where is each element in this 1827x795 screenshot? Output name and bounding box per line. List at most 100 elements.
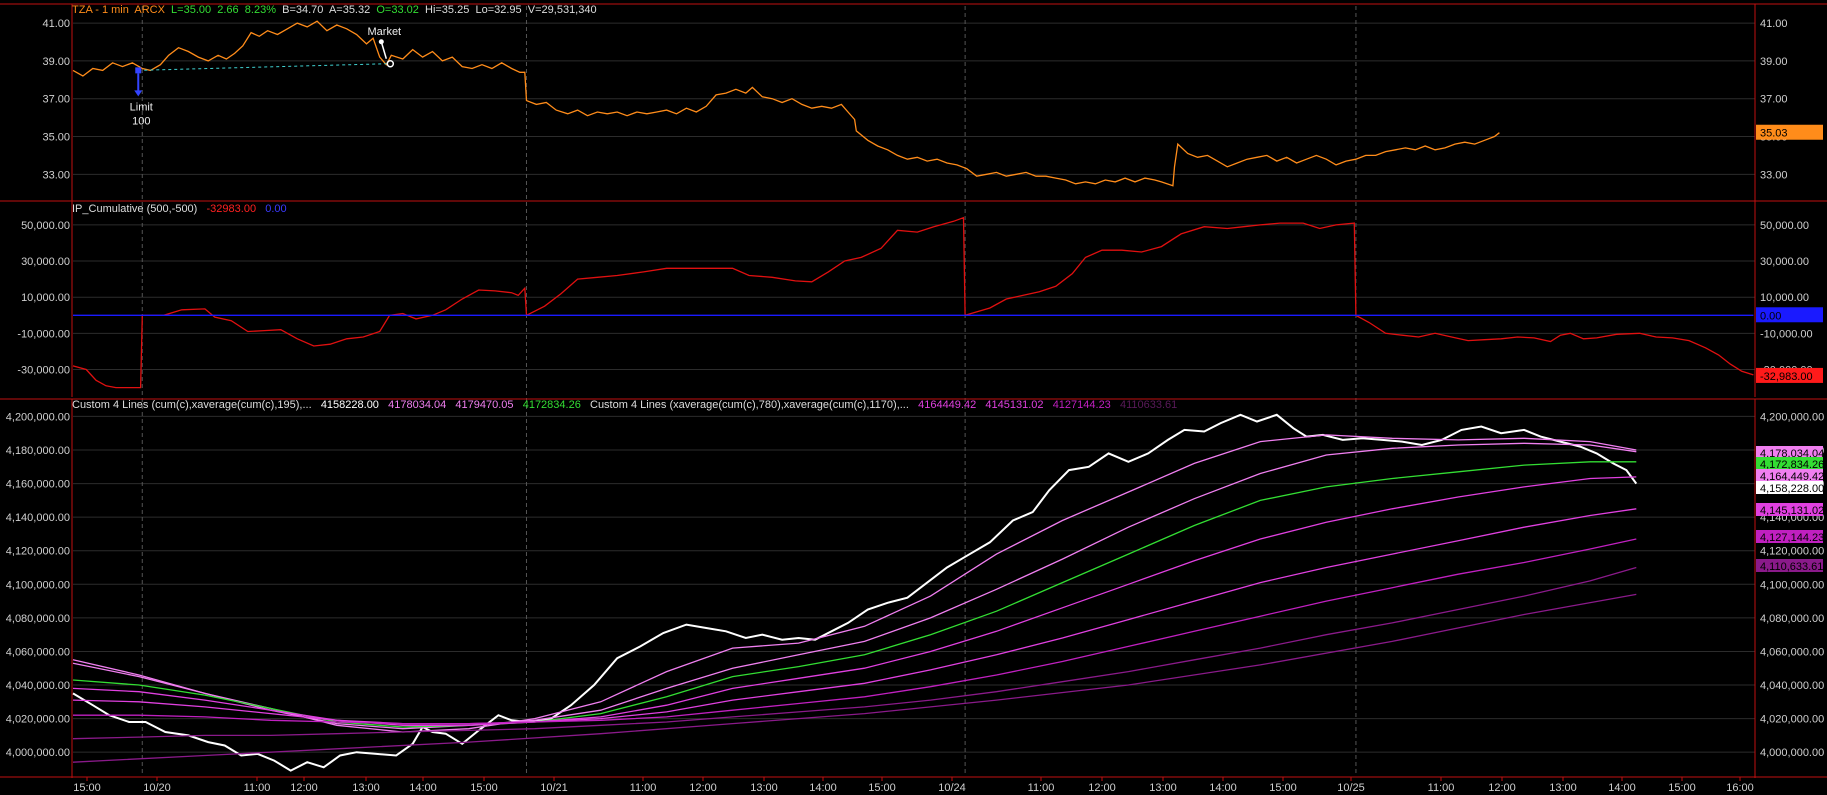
study1-name: Custom 4 Lines (cum(c),xaverage(cum(c),1…	[72, 399, 312, 411]
price-last-tag: 35.03	[1756, 124, 1823, 140]
lines-last-tag: 4,127,144.23	[1756, 530, 1824, 544]
low-price: Lo=32.95	[475, 4, 522, 16]
net-change-pct: 8.23%	[244, 4, 276, 16]
x-tick-label: 12:00	[1088, 782, 1116, 794]
pl-value: -32983.00	[206, 203, 257, 215]
y-tick-left: 30,000.00	[21, 256, 70, 268]
y-tick-left: 37.00	[42, 94, 70, 106]
pl-last-tag: -32,983.00	[1756, 367, 1823, 383]
y-tick-left: 4,080,000.00	[6, 613, 70, 625]
y-tick-left: 4,120,000.00	[6, 546, 70, 558]
x-tick-label: 10/24	[938, 782, 966, 794]
x-tick-label: 13:00	[750, 782, 778, 794]
x-tick-label: 10/25	[1337, 782, 1365, 794]
y-tick-left: 4,100,000.00	[6, 579, 70, 591]
y-tick-left: -10,000.00	[17, 328, 70, 340]
limit-qty: 100	[132, 115, 150, 127]
lines-last-label: 4,127,144.23	[1760, 532, 1824, 544]
price-header: TZA - 1 min ARCX L=35.00 2.66 8.23% B=34…	[72, 4, 597, 16]
x-tick-label: 11:00	[630, 782, 657, 794]
volume: V=29,531,340	[527, 4, 597, 16]
study2-value2: 4145131.02	[985, 399, 1044, 411]
x-tick-label: 14:00	[1608, 782, 1636, 794]
y-tick-right: 4,060,000.00	[1760, 646, 1824, 658]
y-tick-left: 4,060,000.00	[6, 646, 70, 658]
bid-price: B=34.70	[282, 4, 324, 16]
pl-study-name: IP_Cumulative (500,-500)	[72, 203, 198, 215]
x-tick-label: 15:00	[470, 782, 498, 794]
x-tick-label: 13:00	[1549, 782, 1577, 794]
lines-last-tag: 4,158,228.00	[1756, 481, 1824, 495]
study1-value1: 4158228.00	[320, 399, 379, 411]
lines-last-tag: 4,172,834.26	[1756, 457, 1824, 471]
study2-value3: 4127144.23	[1052, 399, 1111, 411]
market-label: Market	[368, 26, 402, 38]
y-tick-left: -30,000.00	[17, 365, 70, 377]
y-tick-left: 39.00	[42, 56, 70, 68]
lines-last-tag: 4,145,131.02	[1756, 503, 1824, 517]
exchange-label: ARCX	[134, 4, 165, 16]
x-tick-label: 12:00	[290, 782, 318, 794]
y-tick-right: 4,120,000.00	[1760, 546, 1824, 558]
x-tick-label: 13:00	[352, 782, 380, 794]
y-tick-right: -10,000.00	[1760, 328, 1813, 340]
x-tick-label: 11:00	[1428, 782, 1455, 794]
y-tick-right: 30,000.00	[1760, 256, 1809, 268]
y-tick-right: 4,080,000.00	[1760, 613, 1824, 625]
y-tick-left: 4,160,000.00	[6, 479, 70, 491]
y-tick-left: 35.00	[42, 132, 70, 144]
lines-last-tag: 4,110,633.61	[1756, 559, 1823, 573]
x-tick-label: 11:00	[1028, 782, 1055, 794]
zero-tag-label: 0.00	[1760, 310, 1781, 322]
y-tick-left: 41.00	[42, 18, 70, 30]
limit-label: Limit	[130, 101, 153, 113]
y-tick-right: 10,000.00	[1760, 292, 1809, 304]
y-tick-right: 37.00	[1760, 94, 1788, 106]
pl-header: IP_Cumulative (500,-500) -32983.00 0.00	[72, 203, 287, 215]
y-tick-right: 4,000,000.00	[1760, 747, 1824, 759]
y-tick-left: 50,000.00	[21, 220, 70, 232]
x-tick-label: 14:00	[809, 782, 837, 794]
x-tick-label: 14:00	[1209, 782, 1237, 794]
x-tick-label: 10/20	[143, 782, 171, 794]
y-tick-left: 4,040,000.00	[6, 680, 70, 692]
x-tick-label: 15:00	[1668, 782, 1696, 794]
study1-value4: 4172834.26	[522, 399, 581, 411]
x-tick-label: 10/21	[540, 782, 568, 794]
y-tick-right: 41.00	[1760, 18, 1788, 30]
net-change: 2.66	[217, 4, 239, 16]
y-tick-left: 4,140,000.00	[6, 512, 70, 524]
zero-value: 0.00	[265, 203, 287, 215]
x-tick-label: 14:00	[409, 782, 437, 794]
open-price: O=33.02	[376, 4, 419, 16]
y-tick-left: 4,200,000.00	[6, 411, 70, 423]
y-tick-left: 10,000.00	[21, 292, 70, 304]
y-tick-right: 39.00	[1760, 56, 1788, 68]
x-tick-label: 12:00	[1488, 782, 1516, 794]
trading-chart[interactable]: Limit 100 Market 41.00 41.00 39.00 39.00 37.00…	[0, 0, 1827, 795]
x-tick-label: 15:00	[1269, 782, 1297, 794]
study1-value2: 4178034.04	[388, 399, 447, 411]
pl-last-label: -32,983.00	[1760, 371, 1813, 383]
x-tick-label: 13:00	[1149, 782, 1177, 794]
x-tick-label: 12:00	[689, 782, 717, 794]
lines-last-label: 4,158,228.00	[1760, 483, 1824, 495]
study2-value1: 4164449.42	[918, 399, 977, 411]
study2-value4: 4110633.61	[1119, 399, 1178, 411]
y-tick-right: 4,040,000.00	[1760, 680, 1824, 692]
y-tick-left: 33.00	[42, 169, 70, 181]
y-tick-right: 33.00	[1760, 169, 1788, 181]
lines-last-tag: 4,164,449.42	[1756, 469, 1824, 483]
x-tick-label: 11:00	[244, 782, 271, 794]
x-tick-label: 15:00	[73, 782, 101, 794]
lines-header: Custom 4 Lines (cum(c),xaverage(cum(c),1…	[72, 399, 1177, 411]
high-price: Hi=35.25	[425, 4, 470, 16]
zero-tag: 0.00	[1756, 307, 1823, 323]
last-price: L=35.00	[171, 4, 212, 16]
y-tick-right: 50,000.00	[1760, 220, 1809, 232]
y-tick-left: 4,020,000.00	[6, 714, 70, 726]
y-tick-left: 4,000,000.00	[6, 747, 70, 759]
study2-name: Custom 4 Lines (xaverage(cum(c),780),xav…	[590, 399, 909, 411]
y-tick-right: 4,020,000.00	[1760, 714, 1824, 726]
chart-background	[0, 0, 1827, 795]
